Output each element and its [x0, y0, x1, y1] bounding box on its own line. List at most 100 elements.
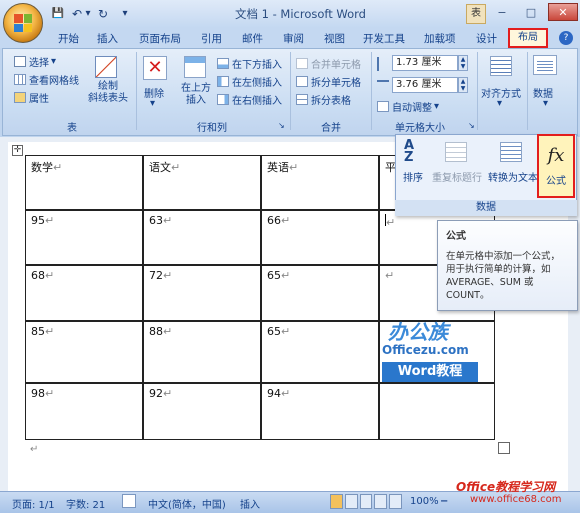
data-dropdown-icon[interactable]: ▾	[543, 98, 548, 109]
office-button[interactable]	[3, 3, 43, 43]
column-width-input[interactable]: 3.76 厘米	[392, 77, 458, 93]
undo-icon[interactable]: ↶	[70, 6, 84, 21]
sort-button[interactable]: 排序	[403, 169, 423, 184]
tab-insert[interactable]: 插入	[97, 31, 118, 47]
window-title: 文档 1 - Microsoft Word	[235, 7, 366, 21]
insert-left-icon	[217, 76, 229, 87]
watermark-logo-text: 办公族	[388, 320, 448, 344]
status-page[interactable]: 页面: 1/1	[12, 496, 55, 511]
formula-button[interactable]: fx 公式	[537, 134, 575, 198]
save-icon[interactable]: 💾	[50, 6, 66, 21]
sort-icon[interactable]: AZ	[404, 139, 424, 166]
office-logo-icon	[14, 14, 32, 32]
undo-dropdown-icon[interactable]: ▾	[84, 6, 92, 21]
insert-right-label: 在右侧插入	[232, 96, 282, 107]
draw-diagonal-header-label[interactable]: 绘制 斜线表头	[86, 81, 130, 105]
draft-view-icon[interactable]	[389, 494, 402, 509]
delete-dropdown-icon[interactable]: ▾	[150, 98, 155, 109]
tab-design[interactable]: 设计	[476, 31, 497, 47]
insert-right-button[interactable]: 在右侧插入	[217, 92, 282, 107]
view-gridlines-button[interactable]: 查看网格线	[14, 72, 79, 87]
tab-review[interactable]: 审阅	[283, 31, 304, 47]
delete-table-icon[interactable]: ✕	[143, 56, 167, 80]
draw-diagonal-header-icon[interactable]	[95, 56, 117, 78]
table-cell[interactable]: 72↵	[143, 265, 261, 321]
insert-above-icon[interactable]	[184, 56, 206, 78]
row-height-spinner[interactable]: ▲ ▼	[458, 55, 468, 71]
zoom-level[interactable]: 100%	[410, 496, 439, 507]
tab-mailings[interactable]: 邮件	[242, 31, 263, 47]
convert-to-text-button[interactable]: 转换为文本	[488, 169, 538, 184]
merge-cells-button[interactable]: 合并单元格	[296, 56, 361, 71]
status-word-count[interactable]: 字数: 21	[66, 496, 105, 511]
tab-references[interactable]: 引用	[201, 31, 222, 47]
status-language[interactable]: 中文(简体，中国)	[148, 496, 226, 511]
group-label-cell-size: 单元格大小	[395, 123, 445, 134]
insert-below-label: 在下方插入	[232, 60, 282, 71]
row-height-input[interactable]: 1.73 厘米	[392, 55, 458, 71]
status-insert-mode[interactable]: 插入	[240, 496, 260, 511]
table-header-cell[interactable]: 语文↵	[143, 155, 261, 210]
data-icon[interactable]	[533, 55, 557, 75]
tab-view[interactable]: 视图	[324, 31, 345, 47]
table-cell[interactable]: 94↵	[261, 383, 379, 440]
minimize-button[interactable]: −	[488, 3, 516, 21]
column-width-spinner[interactable]: ▲ ▼	[458, 77, 468, 93]
close-button[interactable]: ✕	[548, 3, 578, 21]
table-cell[interactable]: 65↵	[261, 265, 379, 321]
table-header-cell[interactable]: 英语↵	[261, 155, 379, 210]
paragraph-mark: ↵	[30, 444, 39, 455]
split-table-icon	[296, 94, 308, 105]
table-cell[interactable]: 98↵	[25, 383, 143, 440]
insert-below-button[interactable]: 在下方插入	[217, 56, 282, 71]
tab-developer[interactable]: 开发工具	[363, 31, 405, 47]
table-cell[interactable]: 95↵	[25, 210, 143, 265]
select-dropdown-icon: ▾	[51, 56, 57, 67]
zoom-out-button[interactable]: −	[440, 496, 448, 507]
convert-to-text-icon[interactable]	[500, 142, 522, 162]
autofit-icon	[377, 101, 389, 112]
tab-addins[interactable]: 加载项	[424, 31, 456, 47]
table-move-handle-icon[interactable]: ✛	[12, 145, 23, 156]
help-icon[interactable]: ?	[559, 31, 573, 45]
tab-page-layout[interactable]: 页面布局	[139, 31, 181, 47]
gridlines-label: 查看网格线	[29, 76, 79, 87]
alignment-dropdown-icon[interactable]: ▾	[497, 98, 502, 109]
outline-view-icon[interactable]	[374, 494, 388, 509]
web-layout-view-icon[interactable]	[359, 494, 373, 509]
rows-columns-launcher-icon[interactable]: ↘	[278, 121, 285, 130]
print-layout-view-icon[interactable]	[330, 494, 343, 509]
table-header-cell[interactable]: 数学↵	[25, 155, 143, 210]
maximize-button[interactable]: □	[517, 3, 545, 21]
split-table-button[interactable]: 拆分表格	[296, 92, 351, 107]
table-cell[interactable]: 63↵	[143, 210, 261, 265]
table-cell[interactable]: 85↵	[25, 321, 143, 383]
alignment-icon[interactable]	[490, 56, 512, 76]
tooltip-body: 在单元格中添加一个公式，用于执行简单的计算，如 AVERAGE、SUM 或 CO…	[446, 251, 561, 301]
gridlines-icon	[14, 74, 26, 85]
tab-home[interactable]: 开始	[58, 31, 79, 47]
properties-button[interactable]: 属性	[14, 90, 49, 105]
cell-size-launcher-icon[interactable]: ↘	[468, 121, 475, 130]
insert-above-label[interactable]: 在上方 插入	[176, 83, 216, 107]
select-label: 选择	[29, 58, 49, 69]
table-cell[interactable]: 68↵	[25, 265, 143, 321]
table-cell[interactable]	[379, 383, 495, 440]
split-cells-button[interactable]: 拆分单元格	[296, 74, 361, 89]
table-cell[interactable]: 88↵	[143, 321, 261, 383]
table-resize-handle-icon[interactable]	[498, 442, 510, 454]
customize-qat-icon[interactable]: ▾	[120, 6, 130, 21]
table-cell[interactable]: 66↵	[261, 210, 379, 265]
proofing-icon[interactable]	[122, 494, 136, 508]
select-button[interactable]: 选择 ▾	[14, 54, 56, 69]
insert-left-button[interactable]: 在左侧插入	[217, 74, 282, 89]
redo-icon[interactable]: ↻	[96, 6, 110, 21]
autofit-button[interactable]: 自动调整 ▾	[377, 99, 439, 114]
full-screen-view-icon[interactable]	[344, 494, 358, 509]
group-separator	[527, 52, 528, 130]
group-label-rows-columns: 行和列	[197, 123, 227, 134]
insert-right-icon	[217, 94, 229, 105]
tab-layout[interactable]: 布局	[508, 28, 548, 48]
table-cell[interactable]: 65↵	[261, 321, 379, 383]
table-cell[interactable]: 92↵	[143, 383, 261, 440]
